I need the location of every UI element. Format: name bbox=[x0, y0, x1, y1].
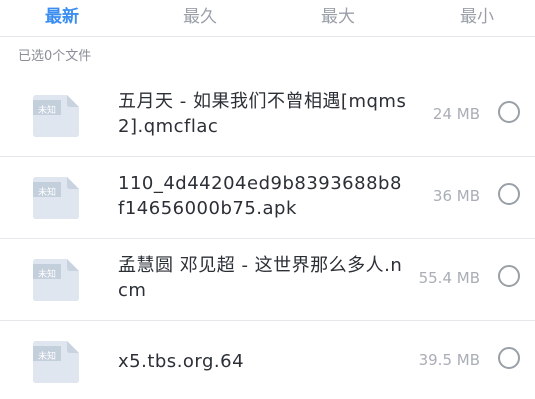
file-list: 未知 五月天 - 如果我们不曾相遇[mqms2].qmcflac 24 MB 未… bbox=[0, 75, 535, 399]
tab-oldest-label: 最久 bbox=[183, 7, 217, 27]
file-name: 五月天 - 如果我们不曾相遇[mqms2].qmcflac bbox=[118, 91, 407, 137]
select-radio[interactable] bbox=[498, 265, 520, 287]
file-size: 36 MB bbox=[432, 187, 480, 205]
file-row[interactable]: 未知 110_4d44204ed9b8393688b8f14656000b75.… bbox=[0, 157, 535, 239]
file-row[interactable]: 未知 x5.tbs.org.64 39.5 MB bbox=[0, 321, 535, 399]
tab-largest-label: 最大 bbox=[321, 7, 355, 27]
file-row[interactable]: 未知 孟慧圆 邓见超 - 这世界那么多人.ncm 55.4 MB bbox=[0, 239, 535, 321]
sort-tabs: 最新 最久 最大 最小 bbox=[0, 0, 535, 37]
unknown-file-icon: 未知 bbox=[33, 95, 79, 137]
tab-smallest[interactable]: 最小 bbox=[437, 0, 517, 36]
file-name: 110_4d44204ed9b8393688b8f14656000b75.apk bbox=[118, 173, 402, 219]
file-type-label: 未知 bbox=[37, 270, 56, 280]
tab-newest[interactable]: 最新 bbox=[22, 0, 102, 36]
file-name: 孟慧圆 邓见超 - 这世界那么多人.ncm bbox=[118, 255, 403, 301]
select-radio[interactable] bbox=[498, 347, 520, 369]
unknown-file-icon: 未知 bbox=[33, 177, 79, 219]
tab-newest-label: 最新 bbox=[45, 7, 79, 27]
tab-oldest[interactable]: 最久 bbox=[160, 0, 240, 36]
tab-largest[interactable]: 最大 bbox=[298, 0, 378, 36]
select-radio[interactable] bbox=[498, 101, 520, 123]
select-radio[interactable] bbox=[498, 183, 520, 205]
file-name: x5.tbs.org.64 bbox=[118, 351, 245, 372]
file-type-label: 未知 bbox=[37, 106, 56, 116]
selected-count-text: 已选0个文件 bbox=[18, 49, 92, 64]
file-size: 24 MB bbox=[432, 105, 480, 123]
file-size: 39.5 MB bbox=[418, 351, 480, 369]
file-type-label: 未知 bbox=[37, 188, 56, 198]
tab-smallest-label: 最小 bbox=[460, 7, 494, 27]
selection-status: 已选0个文件 bbox=[0, 37, 535, 75]
file-row[interactable]: 未知 五月天 - 如果我们不曾相遇[mqms2].qmcflac 24 MB bbox=[0, 75, 535, 157]
file-size: 55.4 MB bbox=[418, 269, 480, 287]
unknown-file-icon: 未知 bbox=[33, 259, 79, 301]
unknown-file-icon: 未知 bbox=[33, 341, 79, 383]
file-type-label: 未知 bbox=[37, 352, 56, 362]
